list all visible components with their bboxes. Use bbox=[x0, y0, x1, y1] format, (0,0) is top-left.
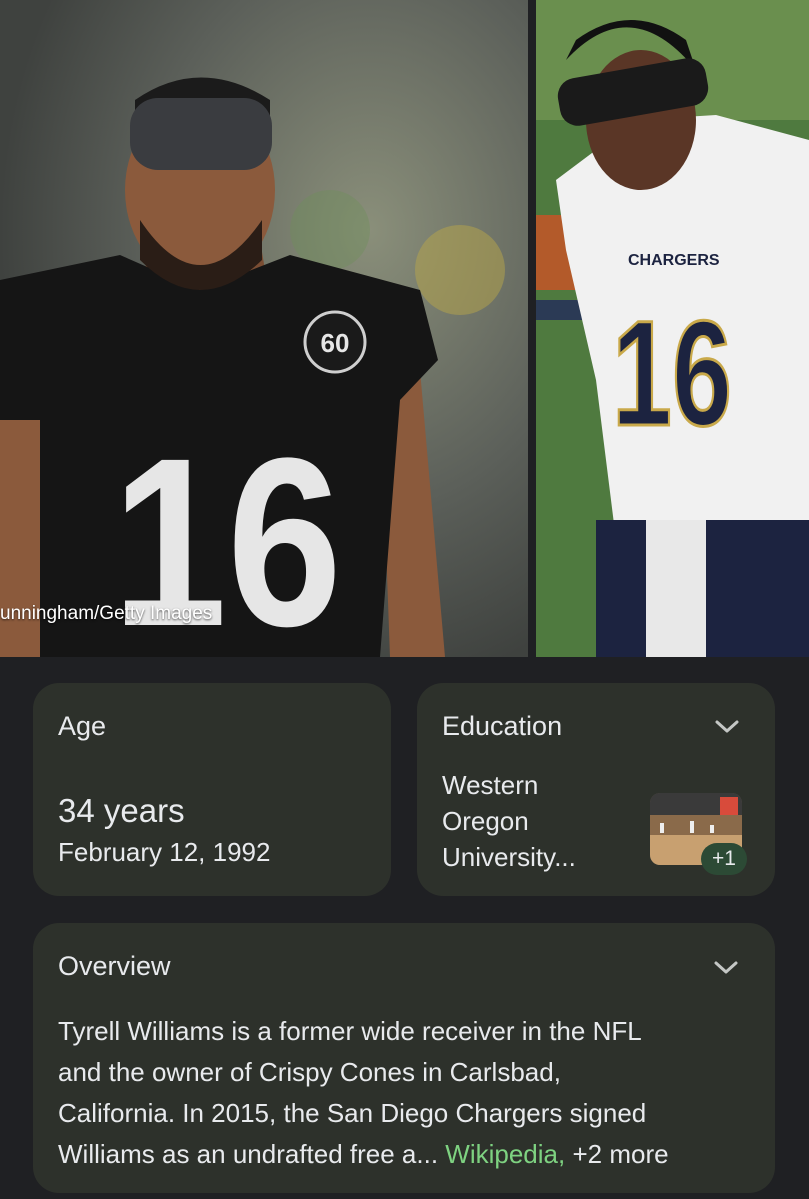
image-carousel[interactable]: 16 60 unningham/Getty Images CHARGERS 16 bbox=[0, 0, 809, 657]
photo-credit: unningham/Getty Images bbox=[0, 603, 213, 624]
age-card-title: Age bbox=[58, 711, 107, 741]
more-sources-link[interactable]: +2 more bbox=[572, 1139, 668, 1169]
chargers-photo-illustration: CHARGERS 16 bbox=[536, 0, 809, 657]
education-card-title: Education bbox=[442, 711, 563, 741]
education-card[interactable]: Education Western Oregon University... +… bbox=[417, 683, 775, 896]
more-images-badge[interactable]: +1 bbox=[701, 843, 747, 875]
overview-truncated-text: Williams as an undrafted free a... bbox=[58, 1139, 439, 1169]
photo-divider bbox=[528, 0, 536, 657]
school-name[interactable]: Western Oregon University... bbox=[442, 767, 632, 875]
raiders-photo-illustration: 16 60 bbox=[0, 0, 528, 657]
overview-text: Tyrell Williams is a former wide receive… bbox=[58, 1016, 669, 1169]
svg-text:16: 16 bbox=[612, 289, 732, 457]
chevron-down-icon[interactable] bbox=[713, 960, 739, 976]
overview-card[interactable]: Overview Tyrell Williams is a former wid… bbox=[33, 923, 775, 1193]
player-photo-raiders[interactable]: 16 60 unningham/Getty Images bbox=[0, 0, 528, 657]
age-card[interactable]: Age 34 years February 12, 1992 bbox=[33, 683, 391, 896]
overview-card-title: Overview bbox=[58, 951, 171, 981]
svg-text:CHARGERS: CHARGERS bbox=[628, 252, 720, 269]
svg-text:60: 60 bbox=[321, 328, 350, 358]
player-photo-chargers[interactable]: CHARGERS 16 bbox=[536, 0, 809, 657]
age-value: 34 years bbox=[58, 792, 185, 829]
birth-date: February 12, 1992 bbox=[58, 837, 271, 867]
chevron-down-icon[interactable] bbox=[714, 719, 740, 735]
wikipedia-link[interactable]: Wikipedia, bbox=[445, 1139, 565, 1169]
